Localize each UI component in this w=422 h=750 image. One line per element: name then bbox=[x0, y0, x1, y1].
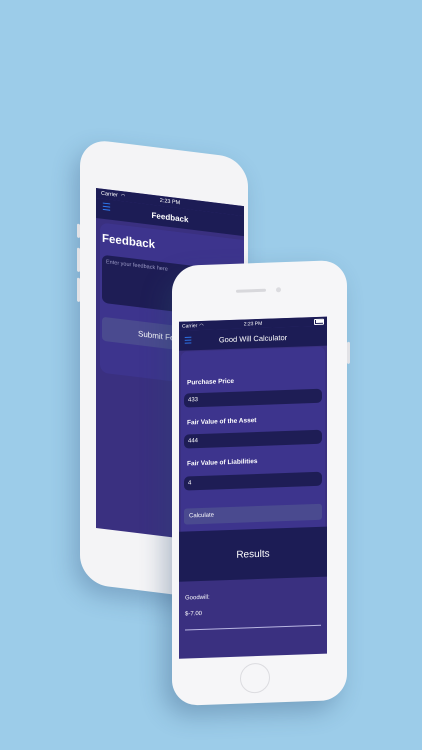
home-button[interactable] bbox=[240, 662, 270, 694]
results-header: Results bbox=[179, 526, 327, 582]
battery-icon bbox=[314, 318, 324, 325]
power-button bbox=[347, 341, 350, 364]
fair-value-asset-value: 444 bbox=[188, 438, 199, 445]
front-camera bbox=[276, 287, 281, 293]
purchase-price-value: 433 bbox=[188, 397, 199, 404]
goodwill-underline bbox=[185, 624, 321, 631]
calculate-label: Calculate bbox=[189, 512, 215, 520]
goodwill-label: Goodwill: bbox=[185, 594, 210, 602]
nav-title: Good Will Calculator bbox=[218, 332, 288, 344]
earpiece-speaker bbox=[236, 288, 266, 293]
volume-down-button bbox=[77, 277, 80, 302]
menu-icon[interactable]: ☰ bbox=[184, 335, 192, 345]
results-title: Results bbox=[236, 548, 270, 561]
fair-value-liabilities-value: 4 bbox=[188, 480, 192, 487]
calculator-screen: Carrier ◠ 2:23 PM ☰ Good Will Calculator… bbox=[179, 316, 327, 659]
goodwill-value: $-7.00 bbox=[185, 610, 203, 618]
phone-front-device: Carrier ◠ 2:23 PM ☰ Good Will Calculator… bbox=[172, 259, 350, 706]
submit-label: Submit Fe bbox=[138, 328, 175, 343]
menu-icon[interactable]: ☰ bbox=[102, 202, 111, 214]
feedback-placeholder: Enter your feedback here bbox=[106, 259, 168, 273]
mute-switch bbox=[77, 223, 80, 238]
volume-up-button bbox=[77, 247, 80, 272]
